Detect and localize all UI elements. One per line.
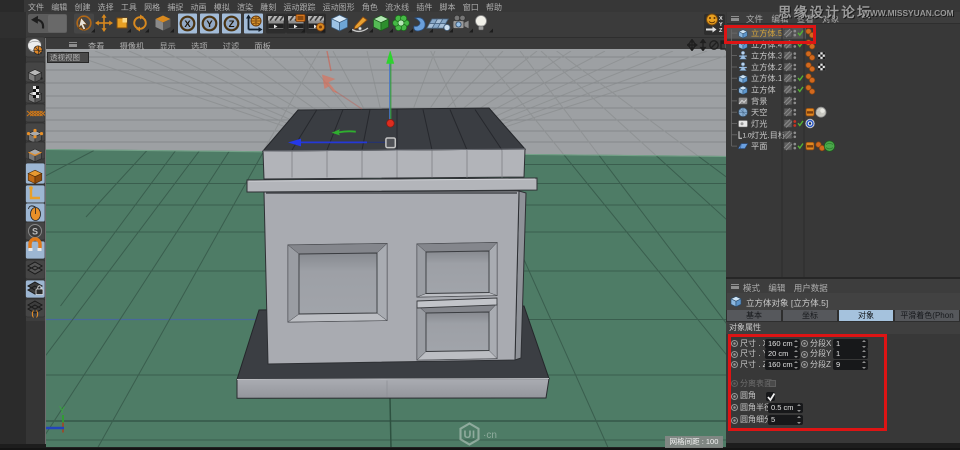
svg-text:S: S — [32, 227, 38, 237]
svg-text:立方体: 立方体 — [751, 85, 776, 95]
svg-text:( ): ( ) — [31, 309, 39, 318]
svg-text:立方体.1: 立方体.1 — [751, 73, 783, 83]
svg-text:UI: UI — [464, 429, 476, 441]
svg-text:背景: 背景 — [751, 96, 767, 106]
svg-text:立方体.2: 立方体.2 — [751, 62, 783, 72]
svg-text:立方体.3: 立方体.3 — [751, 51, 783, 61]
svg-text:Y: Y — [206, 19, 213, 30]
svg-text:Y: Y — [59, 405, 65, 415]
svg-text:X: X — [184, 19, 191, 30]
svg-text:·cn: ·cn — [483, 430, 497, 441]
svg-text:天空: 天空 — [751, 107, 767, 117]
svg-text:灯光: 灯光 — [751, 119, 767, 129]
svg-text:Z: Z — [229, 19, 235, 30]
svg-text:平面: 平面 — [751, 142, 767, 151]
